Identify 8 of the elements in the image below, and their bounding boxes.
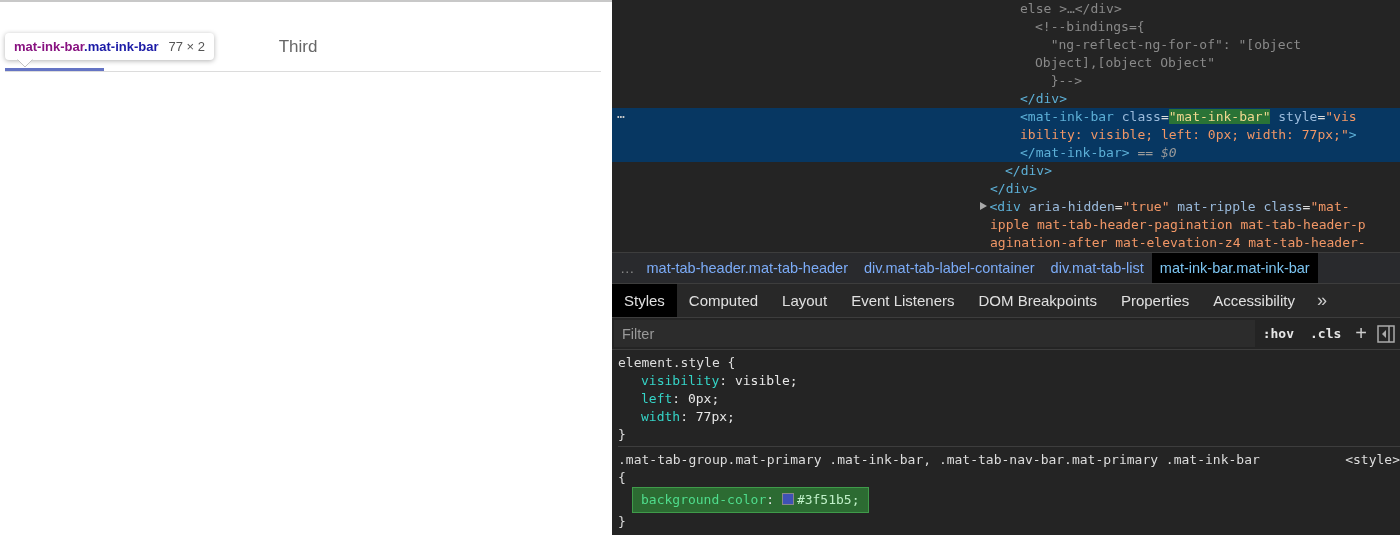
css-selector: .mat-tab-group.mat-primary .mat-ink-bar, .mat-tab-nav-bar.mat-primary .mat-ink-bar: [618, 451, 1261, 469]
element-size: 77 × 2: [168, 39, 205, 54]
element-selector: mat-ink-bar.mat-ink-bar: [14, 39, 159, 54]
brace: }: [618, 513, 626, 531]
css-selector: element.style {: [618, 354, 737, 372]
search-match: "mat-ink-bar": [1168, 109, 1271, 124]
brace: {: [618, 469, 626, 487]
brace: }: [618, 426, 626, 444]
